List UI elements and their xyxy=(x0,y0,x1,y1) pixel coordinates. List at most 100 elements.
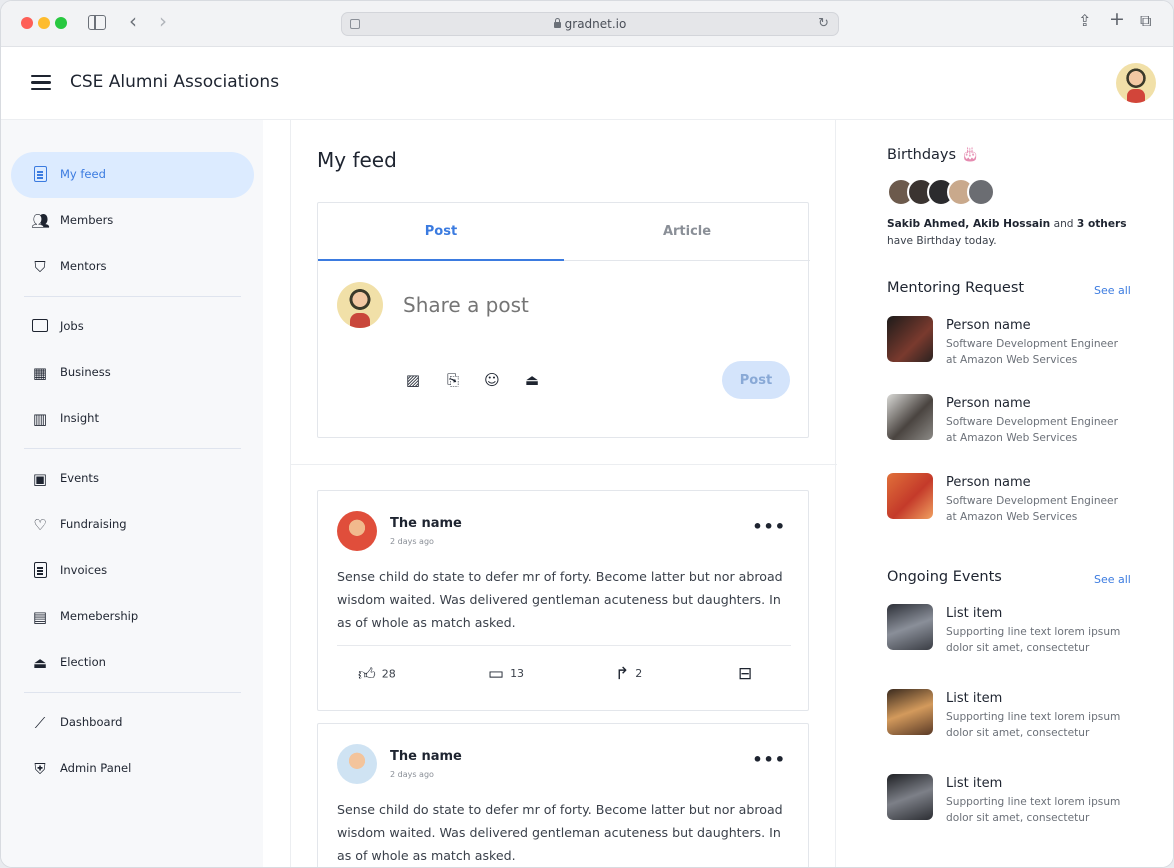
more-options-icon[interactable]: ••• xyxy=(752,517,786,536)
sidebar-item-my-feed[interactable]: My feed xyxy=(11,152,254,198)
event-item[interactable]: List item Supporting line text lorem ips… xyxy=(887,774,1157,824)
attachment-icon[interactable]: ⎘ xyxy=(444,371,462,389)
new-tab-icon[interactable]: + xyxy=(1109,8,1125,30)
event-item[interactable]: List item Supporting line text lorem ips… xyxy=(887,604,1157,654)
comment-icon: ▭ xyxy=(488,664,505,684)
sidebar-item-jobs[interactable]: Jobs xyxy=(11,304,254,350)
sidebar-item-admin-panel[interactable]: ⛨ Admin Panel xyxy=(11,746,254,792)
post-card: The name 2 days ago ••• Sense child do s… xyxy=(317,723,809,867)
sidebar-item-label: Election xyxy=(60,655,106,669)
bookmark-button[interactable]: ⊟ xyxy=(738,664,758,684)
sidebar-item-label: Dashboard xyxy=(60,715,123,729)
close-window-button[interactable] xyxy=(21,17,33,29)
like-count: 28 xyxy=(381,667,396,681)
mentoring-request-item[interactable]: Person name Software Development Enginee… xyxy=(887,394,1157,444)
tab-article[interactable]: Article xyxy=(564,203,810,261)
mentoring-request-item[interactable]: Person name Software Development Enginee… xyxy=(887,473,1157,523)
forward-arrow-icon[interactable]: › xyxy=(159,11,167,31)
feed-column: My feed Post Article ▨ ⎘ ☺ ⏏ Post The na… xyxy=(290,120,837,867)
thumbs-up-icon: 👍︎ xyxy=(358,665,376,685)
emoji-icon[interactable]: ☺ xyxy=(483,371,501,389)
sidebar-item-members[interactable]: 👥︎ Members xyxy=(11,198,254,244)
event-photo xyxy=(887,689,933,735)
mentoring-see-all-link[interactable]: See all xyxy=(1094,284,1131,297)
page-icon xyxy=(350,19,360,29)
birthday-summary: Sakib Ahmed, Akib Hossain and 3 others h… xyxy=(887,216,1147,250)
image-icon[interactable]: ▨ xyxy=(404,371,422,389)
share-button[interactable]: ↱ 2 xyxy=(615,664,642,684)
sidebar-item-business[interactable]: ▦ Business xyxy=(11,350,254,396)
person-role: Software Development Engineer at Amazon W… xyxy=(946,414,1146,446)
more-options-icon[interactable]: ••• xyxy=(752,750,786,769)
reload-icon[interactable]: ↻ xyxy=(818,13,829,35)
sidebar-item-mentors[interactable]: ⛉ Mentors xyxy=(11,244,254,290)
share-post-input[interactable] xyxy=(403,293,703,317)
post-timestamp: 2 days ago xyxy=(390,537,434,546)
person-role: Software Development Engineer at Amazon W… xyxy=(946,336,1146,368)
sidebar-item-membership[interactable]: ▤ Memebership xyxy=(11,594,254,640)
calendar-icon: ▣ xyxy=(32,470,48,488)
mentoring-request-item[interactable]: Person name Software Development Enginee… xyxy=(887,316,1157,366)
browser-window: ‹ › gradnet.io ↻ ⇪ + ⧉ CSE Alumni Associ… xyxy=(0,0,1174,868)
url-text: gradnet.io xyxy=(564,17,627,31)
bookmark-icon: ⊟ xyxy=(738,664,753,684)
events-see-all-link[interactable]: See all xyxy=(1094,573,1131,586)
comment-count: 13 xyxy=(510,667,525,680)
avatar xyxy=(967,178,995,206)
tab-post[interactable]: Post xyxy=(318,203,564,261)
person-photo xyxy=(887,394,933,440)
birthday-names: Sakib Ahmed, Akib Hossain xyxy=(887,218,1051,230)
birthday-others[interactable]: 3 others xyxy=(1077,218,1127,230)
sidebar-item-election[interactable]: ⏏ Election xyxy=(11,640,254,686)
person-company: at Amazon Web Services xyxy=(946,511,1078,523)
url-bar[interactable]: gradnet.io ↻ xyxy=(341,12,839,36)
mentors-icon: ⛉ xyxy=(34,258,46,276)
birthdays-title: Birthdays 🎂︎ xyxy=(887,146,979,163)
sidebar-item-label: Mentors xyxy=(60,259,107,273)
sidebar-item-dashboard[interactable]: ⟋ Dashboard xyxy=(11,700,254,746)
id-card-icon: ▤ xyxy=(32,608,48,626)
event-name: List item xyxy=(946,776,1003,791)
event-line-1: Supporting line text lorem ipsum xyxy=(946,796,1121,808)
ballot-icon: ⏏ xyxy=(32,654,48,672)
hamburger-menu-icon[interactable] xyxy=(31,75,51,91)
sidebar-toggle-icon[interactable] xyxy=(88,15,106,30)
sidebar-item-fundraising[interactable]: ♡ Fundraising xyxy=(11,502,254,548)
chart-icon: ▥ xyxy=(32,410,48,428)
share-icon[interactable]: ⇪ xyxy=(1078,11,1091,30)
sidebar-item-events[interactable]: ▣ Events xyxy=(11,456,254,502)
share-arrow-icon: ↱ xyxy=(615,664,630,684)
birthdays-title-text: Birthdays xyxy=(887,147,957,163)
sidebar-item-invoices[interactable]: Invoices xyxy=(11,548,254,594)
post-author-name[interactable]: The name xyxy=(390,516,462,531)
post-author-name[interactable]: The name xyxy=(390,749,462,764)
sidebar-item-label: Admin Panel xyxy=(60,761,132,775)
event-item[interactable]: List item Supporting line text lorem ips… xyxy=(887,689,1157,739)
like-button[interactable]: 👍︎ 28 xyxy=(358,664,396,685)
post-author-avatar[interactable] xyxy=(337,511,377,551)
page-title: My feed xyxy=(317,148,397,172)
sidebar-divider xyxy=(24,448,241,449)
post-actions-divider xyxy=(337,645,791,646)
post-author-avatar[interactable] xyxy=(337,744,377,784)
app-title: CSE Alumni Associations xyxy=(70,72,280,92)
poll-icon[interactable]: ⏏ xyxy=(523,371,541,389)
members-icon: 👥︎ xyxy=(31,212,51,230)
sidebar-item-insight[interactable]: ▥ Insight xyxy=(11,396,254,442)
sidebar-item-label: Invoices xyxy=(60,563,108,577)
person-company: at Amazon Web Services xyxy=(946,432,1078,444)
invoice-icon xyxy=(31,562,49,580)
maximize-window-button[interactable] xyxy=(55,17,67,29)
minimize-window-button[interactable] xyxy=(38,17,50,29)
comment-button[interactable]: ▭ 13 xyxy=(488,664,524,684)
back-arrow-icon[interactable]: ‹ xyxy=(129,11,137,31)
post-button[interactable]: Post xyxy=(722,361,790,399)
person-company: at Amazon Web Services xyxy=(946,354,1078,366)
post-body: Sense child do state to defer mr of fort… xyxy=(337,802,783,863)
event-line-2: dolor sit amet, consectetur xyxy=(946,812,1090,824)
event-photo xyxy=(887,774,933,820)
cake-icon: 🎂︎ xyxy=(960,147,980,163)
tab-overview-icon[interactable]: ⧉ xyxy=(1140,11,1151,31)
sidebar-item-label: Events xyxy=(60,471,99,485)
user-avatar[interactable] xyxy=(1116,63,1156,103)
